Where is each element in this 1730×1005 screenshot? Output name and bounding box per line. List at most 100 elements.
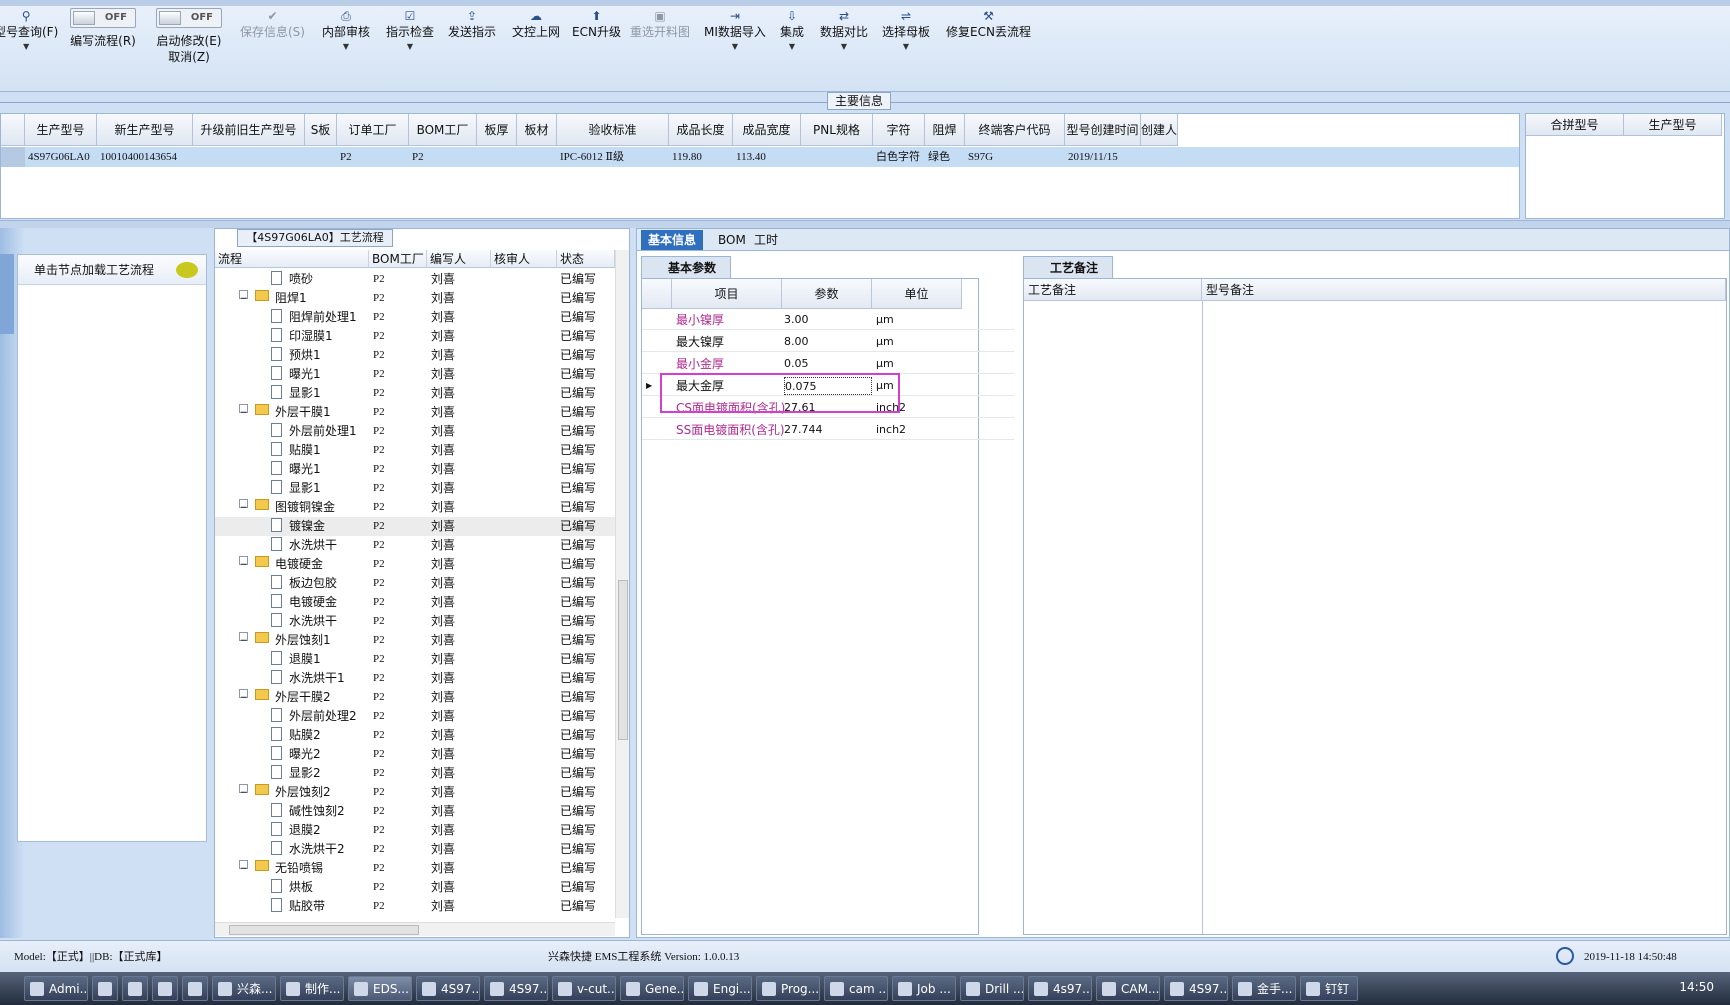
taskbar-button[interactable]: EDS... — [348, 976, 412, 1001]
param-value[interactable]: 8.00 — [784, 332, 809, 352]
tree-row[interactable]: 显影2 P2 刘喜 已编写 — [215, 764, 615, 783]
scroll-thumb[interactable] — [618, 580, 628, 740]
taskbar-button[interactable] — [92, 976, 118, 1001]
taskbar-button[interactable]: Gene... — [620, 976, 684, 1001]
taskbar-button[interactable]: 4s97... — [1028, 976, 1092, 1001]
grid-header-cell[interactable]: 升级前旧生产型号 — [193, 114, 305, 146]
chevron-down-icon[interactable]: ▼ — [322, 40, 370, 54]
toolbar-button-11[interactable]: ⇩ 集成 ▼ — [780, 8, 804, 54]
toolbar-button-10[interactable]: ⇥ MI数据导入 ▼ — [704, 8, 766, 54]
tree-row[interactable]: 烘板 P2 刘喜 已编写 — [215, 878, 615, 897]
toolbar-button-1[interactable]: OFF 编写流程(R) — [70, 8, 136, 49]
collapse-icon[interactable]: − — [239, 689, 248, 703]
tree-row[interactable]: 显影1 P2 刘喜 已编写 — [215, 479, 615, 498]
collapse-icon[interactable]: − — [239, 290, 248, 304]
tree-header-cell[interactable]: 核审人 — [491, 250, 557, 268]
param-value[interactable]: 27.744 — [784, 420, 823, 440]
main-info-grid[interactable]: 生产型号 新生产型号 升级前旧生产型号 S板 订单工厂 BOM工厂 板厚 板材 验收标准 成品长度… — [0, 113, 1520, 219]
tree-row[interactable]: 水洗烘干 P2 刘喜 已编写 — [215, 612, 615, 631]
grid-header-cell[interactable]: S板 — [305, 114, 337, 146]
grid-header-cell[interactable]: 型号创建时间 — [1065, 114, 1141, 146]
grid-header-cell[interactable]: PNL规格 — [801, 114, 873, 146]
taskbar-button[interactable]: Job ... — [892, 976, 956, 1001]
grid-cell[interactable]: 10010400143654 — [97, 147, 193, 167]
grid-header-cell[interactable]: 新生产型号 — [97, 114, 193, 146]
taskbar-button[interactable] — [182, 976, 208, 1001]
toolbar-button-4[interactable]: ⎙ 内部审核 ▼ — [322, 8, 370, 54]
remarks-header-cell[interactable]: 工艺备注 — [1024, 279, 1202, 301]
toolbar-button-13[interactable]: ⇌ 选择母板 ▼ — [882, 8, 930, 54]
remarks-grid[interactable]: 工艺备注 型号备注 — [1023, 278, 1727, 935]
taskbar-button[interactable]: 4S97... — [416, 976, 480, 1001]
vertical-scrollbar[interactable] — [615, 250, 629, 918]
tree-row[interactable]: − 图镀铜镍金 P2 刘喜 已编写 — [215, 498, 615, 517]
row-indicator[interactable] — [1, 147, 25, 167]
tree-header-cell[interactable]: BOM工厂 — [369, 250, 427, 268]
collapse-icon[interactable]: − — [239, 499, 248, 513]
toolbar-button-12[interactable]: ⇄ 数据对比 ▼ — [820, 8, 868, 54]
grid-cell[interactable] — [193, 147, 305, 167]
tree-row[interactable]: 曝光1 P2 刘喜 已编写 — [215, 365, 615, 384]
grid-cell[interactable]: 绿色 — [925, 147, 965, 167]
chevron-down-icon[interactable]: ▼ — [0, 40, 58, 54]
tree-row[interactable]: 喷砂 P2 刘喜 已编写 — [215, 270, 615, 289]
taskbar-button[interactable]: Prog... — [756, 976, 820, 1001]
node-load-box[interactable]: 单击节点加载工艺流程 — [17, 254, 207, 842]
tree-row[interactable]: 预烘1 P2 刘喜 已编写 — [215, 346, 615, 365]
grid-cell[interactable]: P2 — [337, 147, 409, 167]
splitter[interactable] — [0, 220, 1730, 228]
tree-row[interactable]: 显影1 P2 刘喜 已编写 — [215, 384, 615, 403]
grid-cell[interactable] — [477, 147, 517, 167]
toggle-knob[interactable] — [159, 11, 181, 25]
toggle-switch[interactable]: OFF — [70, 8, 136, 28]
taskbar-button[interactable] — [152, 976, 178, 1001]
toolbar-button-8[interactable]: ⬆ ECN升级 — [572, 8, 621, 40]
toolbar-button-0[interactable]: ⚲ 型号查询(F) ▼ — [0, 8, 58, 54]
merge-header-cell[interactable]: 合拼型号 — [1526, 114, 1624, 136]
tree-row[interactable]: 板边包胶 P2 刘喜 已编写 — [215, 574, 615, 593]
grid-header-cell[interactable]: 订单工厂 — [337, 114, 409, 146]
collapse-icon[interactable]: − — [239, 860, 248, 874]
tree-header-cell[interactable]: 流程 — [215, 250, 369, 268]
taskbar-button[interactable]: Admi... — [24, 976, 88, 1001]
chevron-down-icon[interactable]: ▼ — [882, 40, 930, 54]
chevron-down-icon[interactable]: ▼ — [704, 40, 766, 54]
taskbar-button[interactable]: 4S97... — [484, 976, 548, 1001]
toolbar-button-6[interactable]: ⇪ 发送指示 — [448, 8, 496, 40]
toolbar-button-2[interactable]: OFF 启动修改(E) 取消(Z) — [156, 8, 222, 65]
taskbar-button[interactable]: 金手... — [1232, 976, 1296, 1001]
grid-header-cell[interactable]: 验收标准 — [557, 114, 669, 146]
grid-header-cell[interactable]: 字符 — [873, 114, 925, 146]
grid-cell[interactable]: IPC-6012 Ⅱ级 — [557, 147, 669, 167]
tree-row[interactable]: 水洗烘干2 P2 刘喜 已编写 — [215, 840, 615, 859]
toggle-switch[interactable]: OFF — [156, 8, 222, 28]
tree-row[interactable]: 印湿膜1 P2 刘喜 已编写 — [215, 327, 615, 346]
param-value[interactable]: 0.05 — [784, 354, 809, 374]
params-row[interactable]: 最大镍厚 8.00 μm — [642, 332, 1014, 352]
horizontal-scrollbar[interactable] — [215, 922, 615, 936]
grid-cell[interactable]: 4S97G06LA0 — [25, 147, 97, 167]
tree-row[interactable]: 曝光1 P2 刘喜 已编写 — [215, 460, 615, 479]
taskbar-button[interactable]: 兴森... — [212, 976, 276, 1001]
remarks-header-cell[interactable]: 型号备注 — [1202, 279, 1726, 301]
grid-cell[interactable] — [305, 147, 337, 167]
tree-row[interactable]: 阻焊前处理1 P2 刘喜 已编写 — [215, 308, 615, 327]
grid-cell[interactable]: S97G — [965, 147, 1065, 167]
tree-row[interactable]: − 外层蚀刻2 P2 刘喜 已编写 — [215, 783, 615, 802]
chevron-down-icon[interactable]: ▼ — [820, 40, 868, 54]
toolbar-button-14[interactable]: ⚒ 修复ECN丢流程 — [946, 8, 1031, 40]
tree-row[interactable]: 退膜1 P2 刘喜 已编写 — [215, 650, 615, 669]
tree-row[interactable]: − 外层干膜1 P2 刘喜 已编写 — [215, 403, 615, 422]
tree-row[interactable]: 水洗烘干1 P2 刘喜 已编写 — [215, 669, 615, 688]
collapse-icon[interactable]: − — [239, 632, 248, 646]
tree-row[interactable]: 曝光2 P2 刘喜 已编写 — [215, 745, 615, 764]
grid-cell[interactable]: P2 — [409, 147, 477, 167]
tree-row[interactable]: 外层前处理2 P2 刘喜 已编写 — [215, 707, 615, 726]
taskbar-button[interactable] — [122, 976, 148, 1001]
tab-0[interactable]: 基本信息 — [641, 230, 704, 250]
tree-row[interactable]: − 外层蚀刻1 P2 刘喜 已编写 — [215, 631, 615, 650]
taskbar-button[interactable]: 制作... — [280, 976, 344, 1001]
grid-header-cell[interactable]: 创建人 — [1141, 114, 1179, 146]
toolbar-button-7[interactable]: ☁ 文控上网 — [512, 8, 560, 40]
chevron-down-icon[interactable]: ▼ — [780, 40, 804, 54]
